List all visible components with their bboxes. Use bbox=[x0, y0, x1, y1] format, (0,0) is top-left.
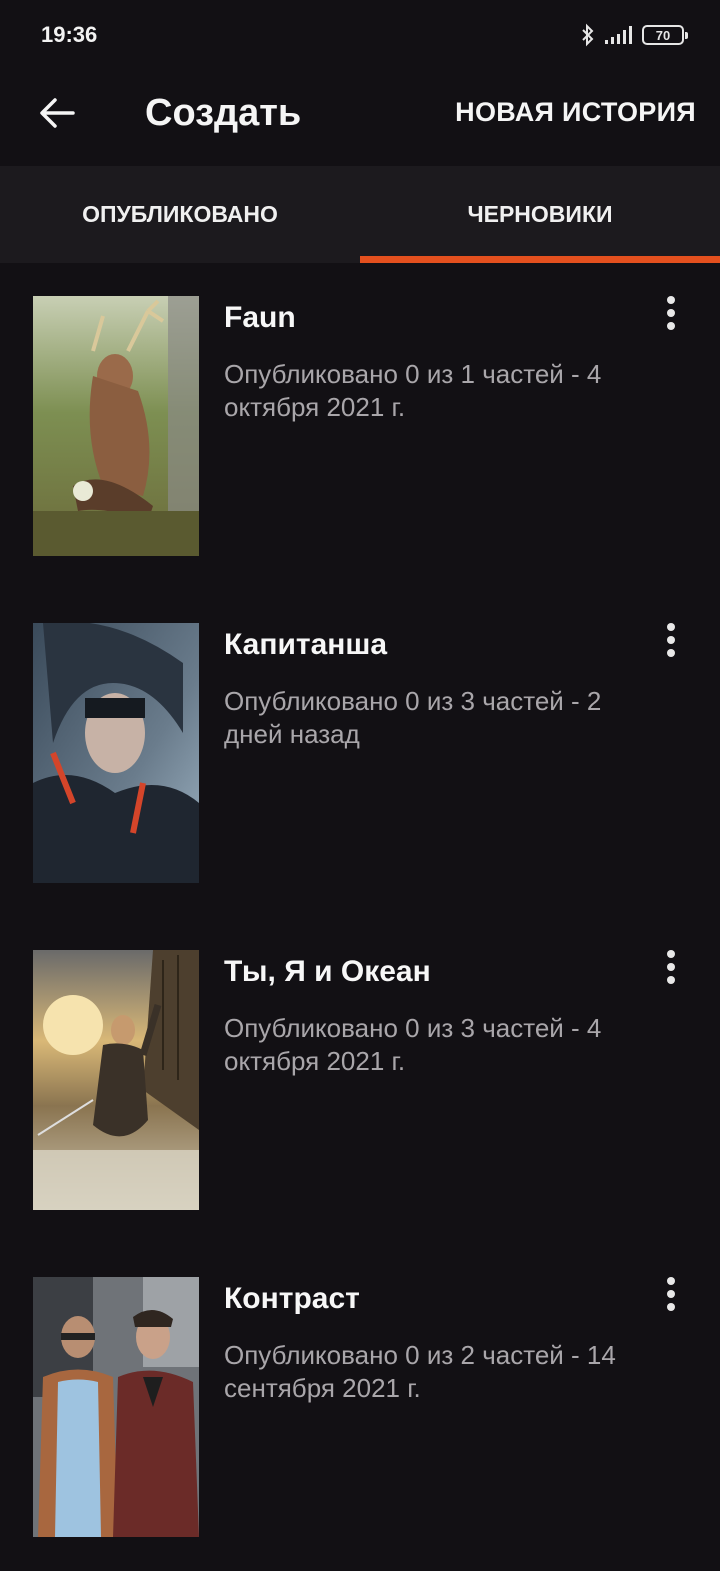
tab-published[interactable]: ОПУБЛИКОВАНО bbox=[0, 166, 360, 263]
more-vertical-icon-dot bbox=[667, 322, 675, 330]
more-vertical-icon-dot bbox=[667, 963, 675, 971]
list-item[interactable]: Faun Опубликовано 0 из 1 частей - 4 октя… bbox=[0, 263, 720, 590]
more-vertical-icon-dot bbox=[667, 976, 675, 984]
status-bar: 19:36 70 bbox=[0, 0, 720, 70]
more-options-button[interactable] bbox=[656, 1274, 686, 1314]
page-title: Создать bbox=[145, 92, 302, 134]
arrow-left-icon bbox=[39, 97, 75, 134]
more-options-button[interactable] bbox=[656, 293, 686, 333]
story-list: Faun Опубликовано 0 из 1 частей - 4 октя… bbox=[0, 263, 720, 1571]
list-item[interactable]: Ты, Я и Океан Опубликовано 0 из 3 частей… bbox=[0, 917, 720, 1244]
story-title[interactable]: Контраст bbox=[224, 1282, 360, 1316]
back-button[interactable] bbox=[32, 90, 82, 140]
bluetooth-icon bbox=[580, 23, 596, 47]
story-meta: Опубликовано 0 из 3 частей - 2 дней наза… bbox=[224, 686, 602, 749]
story-meta: Опубликовано 0 из 3 частей - 4 октября 2… bbox=[224, 1013, 602, 1076]
tab-drafts[interactable]: ЧЕРНОВИКИ bbox=[360, 166, 720, 263]
more-vertical-icon-dot bbox=[667, 1290, 675, 1298]
more-options-button[interactable] bbox=[656, 620, 686, 660]
more-options-button[interactable] bbox=[656, 947, 686, 987]
more-vertical-icon-dot bbox=[667, 636, 675, 644]
story-meta: Опубликовано 0 из 1 частей - 4 октября 2… bbox=[224, 359, 602, 422]
new-story-button[interactable]: НОВАЯ ИСТОРИЯ bbox=[455, 97, 696, 128]
more-vertical-icon bbox=[667, 623, 675, 631]
status-icons: 70 bbox=[580, 22, 688, 48]
battery-icon: 70 bbox=[642, 25, 688, 45]
story-meta: Опубликовано 0 из 2 частей - 14 сентября… bbox=[224, 1340, 616, 1403]
list-item[interactable]: Контраст Опубликовано 0 из 2 частей - 14… bbox=[0, 1244, 720, 1571]
signal-icon bbox=[604, 25, 634, 45]
more-vertical-icon bbox=[667, 296, 675, 304]
more-vertical-icon-dot bbox=[667, 649, 675, 657]
more-vertical-icon-dot bbox=[667, 1303, 675, 1311]
app-bar: Создать НОВАЯ ИСТОРИЯ bbox=[0, 70, 720, 166]
tab-bar: ОПУБЛИКОВАНО ЧЕРНОВИКИ bbox=[0, 166, 720, 263]
story-cover[interactable] bbox=[33, 296, 199, 556]
story-title[interactable]: Ты, Я и Океан bbox=[224, 955, 431, 989]
list-item[interactable]: Капитанша Опубликовано 0 из 3 частей - 2… bbox=[0, 590, 720, 917]
more-vertical-icon-dot bbox=[667, 309, 675, 317]
story-cover[interactable] bbox=[33, 1277, 199, 1537]
story-cover[interactable] bbox=[33, 623, 199, 883]
story-cover[interactable] bbox=[33, 950, 199, 1210]
story-title[interactable]: Faun bbox=[224, 301, 296, 335]
status-time: 19:36 bbox=[41, 22, 98, 47]
more-vertical-icon bbox=[667, 1277, 675, 1285]
story-title[interactable]: Капитанша bbox=[224, 628, 387, 662]
more-vertical-icon bbox=[667, 950, 675, 958]
active-tab-indicator bbox=[360, 256, 720, 263]
